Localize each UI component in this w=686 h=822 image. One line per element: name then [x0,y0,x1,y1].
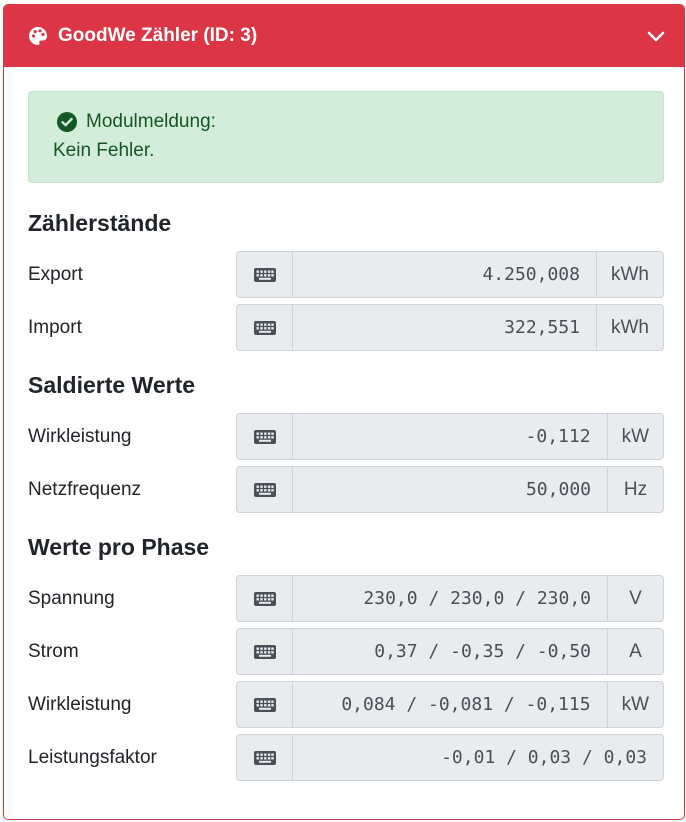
row-value: 0,084 / -0,081 / -0,115 [341,694,591,715]
value-row: Netzfrequenz 50,000 Hz [28,466,664,513]
keyboard-icon [237,305,293,350]
value-row: Import 322,551 kWh [28,304,664,351]
readonly-value-field: 230,0 / 230,0 / 230,0 V [236,575,664,622]
readonly-value-field: 0,084 / -0,081 / -0,115 kW [236,681,664,728]
keyboard-icon [237,576,293,621]
row-label: Wirkleistung [28,693,132,715]
card-title: GoodWe Zähler (ID: 3) [58,25,258,46]
value-row: Leistungsfaktor -0,01 / 0,03 / 0,03 [28,734,664,781]
keyboard-icon [237,252,293,297]
readonly-value-field: 50,000 Hz [236,466,664,513]
row-label: Strom [28,640,79,662]
row-unit: V [607,576,663,621]
row-value: 50,000 [525,479,591,500]
section: Saldierte Werte Wirkleistung -0,112 kW N… [28,367,664,513]
readonly-value-field: -0,01 / 0,03 / 0,03 [236,734,664,781]
palette-icon [28,26,48,46]
keyboard-icon [237,414,293,459]
row-label: Import [28,316,82,338]
row-value: 322,551 [504,317,580,338]
section: Werte pro Phase Spannung 230,0 / 230,0 /… [28,529,664,781]
check-circle-icon [56,111,78,133]
keyboard-icon [237,467,293,512]
keyboard-icon [237,629,293,674]
readonly-value-field: 322,551 kWh [236,304,664,351]
section: Zählerstände Export 4.250,008 kWh Import… [28,205,664,351]
value-row: Strom 0,37 / -0,35 / -0,50 A [28,628,664,675]
row-label: Wirkleistung [28,425,132,447]
row-label: Export [28,263,83,285]
chevron-down-icon[interactable] [644,24,668,48]
row-value: 4.250,008 [482,264,580,285]
card-body: Modulmeldung: Kein Fehler. Zählerstände … [4,67,684,781]
row-unit: kWh [596,305,663,350]
status-alert: Modulmeldung: Kein Fehler. [28,91,664,183]
value-row: Export 4.250,008 kWh [28,251,664,298]
readonly-value-field: 0,37 / -0,35 / -0,50 A [236,628,664,675]
value-row: Wirkleistung [28,681,664,728]
row-value: -0,01 / 0,03 / 0,03 [441,747,647,768]
row-value: -0,112 [525,426,591,447]
row-unit: kW [606,682,663,727]
row-unit: Hz [607,467,663,512]
row-value: 230,0 / 230,0 / 230,0 [363,588,591,609]
section-title: Zählerstände [28,210,172,236]
value-row: Spannung 230,0 / 230,0 / 230,0 V [28,575,664,622]
meter-card: GoodWe Zähler (ID: 3) Modulmeldung: Kein… [3,4,685,820]
row-value: 0,37 / -0,35 / -0,50 [374,641,591,662]
readonly-value-field: 4.250,008 kWh [236,251,664,298]
section-title: Saldierte Werte [28,372,196,398]
value-row: Wirkleistung [28,413,664,460]
row-label: Leistungsfaktor [28,746,157,768]
row-label: Spannung [28,587,115,609]
alert-label: Modulmeldung: [86,111,216,132]
keyboard-icon [237,682,293,727]
row-label: Netzfrequenz [28,478,142,500]
section-title: Werte pro Phase [28,534,210,560]
keyboard-icon [237,735,293,780]
row-unit: kW [606,414,663,459]
card-header[interactable]: GoodWe Zähler (ID: 3) [4,5,684,67]
readonly-value-field: -0,112 kW [236,413,664,460]
row-unit: kWh [596,252,663,297]
alert-message: Kein Fehler. [53,140,155,161]
row-unit: A [607,629,663,674]
